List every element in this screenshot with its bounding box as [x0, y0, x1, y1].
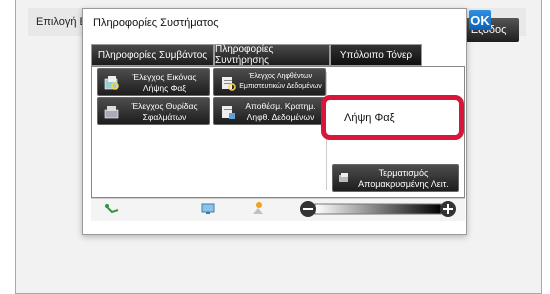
save-document-icon: [222, 106, 235, 119]
device-screen: Επιλογή Εξ Έξοδος Πληροφορίες Συστήματος…: [0, 0, 550, 294]
network-icon[interactable]: [104, 202, 120, 216]
remote-end-button[interactable]: Τερματισμός Απομακρυσμένης Λειτ.: [332, 164, 459, 192]
tray-icon: [104, 106, 119, 119]
tab-maintenance-info[interactable]: Πληροφορίες Συντήρησης: [214, 44, 330, 66]
contrast-slider[interactable]: [299, 200, 457, 218]
fax-reception-label: Λήψη Φαξ: [344, 112, 395, 124]
error-tray-check-button[interactable]: Έλεγχος Θυρίδας Σφαλμάτων: [97, 97, 210, 125]
image-check-label: Έλεγχος Εικόνας Λήψης Φαξ: [132, 72, 197, 93]
image-check-button[interactable]: Έλεγχος Εικόνας Λήψης Φαξ: [97, 68, 210, 96]
ok-button[interactable]: OK: [469, 10, 491, 30]
remote-icon: [339, 173, 348, 182]
received-data-check-button[interactable]: Έλεγχος Ληφθέντων Εμπιστευτικών Δεδομένω…: [213, 68, 326, 96]
save-received-data-label: Αποθέσμ. Κρατημ. Ληφθ. Δεδομένων: [245, 101, 316, 122]
dialog-title: Πληροφορίες Συστήματος: [93, 17, 219, 29]
job-status-icon[interactable]: [250, 200, 266, 216]
tab-toner-remaining[interactable]: Υπόλοιπο Τόνερ: [330, 44, 422, 66]
screen-icon[interactable]: [200, 202, 216, 216]
save-received-data-button[interactable]: Αποθέσμ. Κρατημ. Ληφθ. Δεδομένων: [213, 97, 326, 125]
remote-end-label: Τερματισμός Απομακρυσμένης Λειτ.: [358, 168, 449, 189]
error-tray-check-label: Έλεγχος Θυρίδας Σφαλμάτων: [131, 101, 198, 122]
received-data-check-label: Έλεγχος Ληφθέντων Εμπιστευτικών Δεδομένω…: [239, 73, 322, 90]
document-check-icon: [222, 77, 236, 91]
tab-event-info[interactable]: Πληροφορίες Συμβάντος: [91, 44, 214, 66]
fax-image-icon: [104, 76, 119, 90]
